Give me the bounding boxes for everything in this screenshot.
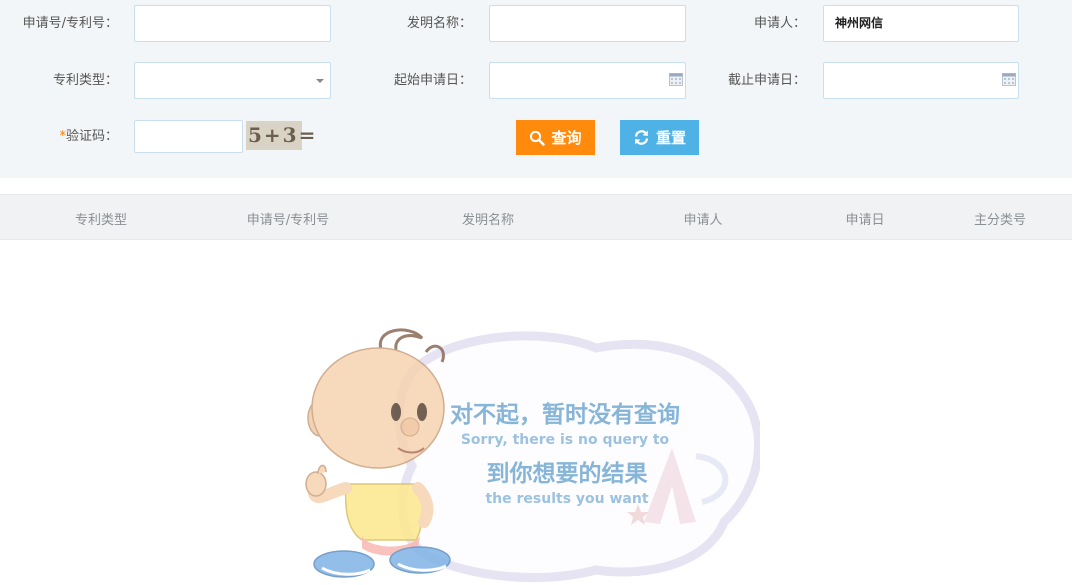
query-button-label: 查询 (551, 129, 582, 147)
empty-message-line-3: 到你想要的结果 (487, 460, 648, 487)
search-icon (530, 130, 546, 146)
reset-button[interactable]: 重置 (620, 120, 699, 155)
empty-state-illustration: 对不起，暂时没有查询 Sorry, there is no query to 到… (305, 328, 760, 583)
patent-type-select[interactable] (134, 62, 331, 99)
refresh-icon (634, 130, 649, 145)
column-header-title[interactable]: 发明名称 (462, 209, 514, 228)
title-input[interactable] (489, 5, 686, 42)
applicant-input[interactable]: 神州网信 (823, 5, 1019, 42)
column-header-app-no[interactable]: 申请号/专利号 (247, 209, 329, 228)
captcha-label-text: 验证码： (65, 129, 118, 144)
captcha-label: *验证码： (14, 129, 118, 145)
start-date-label: 起始申请日： (393, 73, 472, 88)
column-header-main-class[interactable]: 主分类号 (974, 209, 1026, 228)
column-header-app-date[interactable]: 申请日 (845, 209, 884, 228)
app-no-input[interactable] (134, 5, 331, 42)
chevron-down-icon (316, 79, 324, 83)
calendar-icon[interactable] (1002, 73, 1016, 86)
empty-message-line-4: the results you want (485, 491, 648, 507)
empty-message-line-2: Sorry, there is no query to (461, 432, 670, 448)
captcha-input[interactable] (134, 120, 243, 153)
title-label: 发明名称： (406, 16, 472, 31)
captcha-image[interactable]: 5+3= (246, 121, 315, 150)
query-button[interactable]: 查询 (516, 120, 595, 155)
reset-button-label: 重置 (655, 129, 686, 147)
empty-message-line-1: 对不起，暂时没有查询 (450, 401, 680, 428)
end-date-label: 截止申请日： (727, 73, 806, 88)
search-form: 申请号/专利号： 发明名称： 申请人： 神州网信 专利类型： 起始申请日： 截止… (0, 0, 1072, 178)
patent-type-label: 专利类型： (52, 73, 118, 88)
start-date-input[interactable] (489, 62, 686, 99)
applicant-label: 申请人： (753, 16, 806, 31)
results-table-header: 专利类型 申请号/专利号 发明名称 申请人 申请日 主分类号 (0, 194, 1072, 240)
calendar-icon[interactable] (669, 73, 683, 86)
column-header-patent-type[interactable]: 专利类型 (75, 209, 127, 228)
end-date-input[interactable] (823, 62, 1019, 99)
app-no-label: 申请号/专利号： (22, 16, 118, 31)
column-header-applicant[interactable]: 申请人 (683, 209, 722, 228)
